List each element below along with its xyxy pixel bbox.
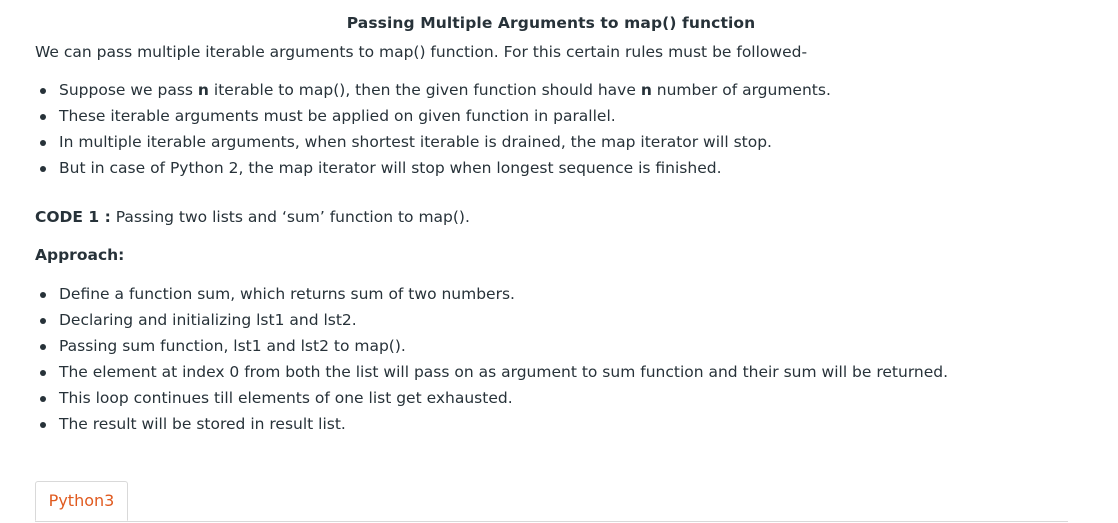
page-title: Passing Multiple Arguments to map() func… [346,14,756,32]
approach-step-text: Passing sum function, lst1 and lst2 to m… [59,337,406,355]
bullet-icon [40,344,46,350]
list-item: The result will be stored in result list… [35,411,948,437]
bullet-icon [40,140,46,146]
code-language-tabs: Python3 [35,481,1068,523]
bullet-icon [40,318,46,324]
bullet-icon [40,396,46,402]
rule-text-after: number of arguments. [651,81,831,99]
intro-paragraph: We can pass multiple iterable arguments … [35,43,808,61]
approach-step-text: Declaring and initializing lst1 and lst2… [59,311,357,329]
bullet-icon [40,166,46,172]
rule-text: In multiple iterable arguments, when sho… [59,133,772,151]
rule-text: These iterable arguments must be applied… [59,107,616,125]
rule-text: But in case of Python 2, the map iterato… [59,159,722,177]
tab-python3[interactable]: Python3 [35,481,128,521]
code1-label: CODE 1 : [35,208,111,226]
rule-bold-n: n [197,81,209,99]
approach-step-text: This loop continues till elements of one… [59,389,513,407]
list-item: In multiple iterable arguments, when sho… [35,129,831,155]
approach-step-text: Define a function sum, which returns sum… [59,285,515,303]
list-item: Declaring and initializing lst1 and lst2… [35,307,948,333]
list-item: This loop continues till elements of one… [35,385,948,411]
list-item: The element at index 0 from both the lis… [35,359,948,385]
list-item: Suppose we pass n iterable to map(), the… [35,77,831,103]
approach-heading: Approach: [35,246,125,264]
approach-step-text: The result will be stored in result list… [59,415,346,433]
code1-description: CODE 1 : Passing two lists and ‘sum’ fun… [35,208,470,226]
bullet-icon [40,422,46,428]
list-item: These iterable arguments must be applied… [35,103,831,129]
list-item: Define a function sum, which returns sum… [35,281,948,307]
approach-step-text: The element at index 0 from both the lis… [59,363,949,381]
list-item: Passing sum function, lst1 and lst2 to m… [35,333,948,359]
rule-text-middle: iterable to map(), then the given functi… [208,81,641,99]
rules-list: Suppose we pass n iterable to map(), the… [35,77,831,181]
approach-list: Define a function sum, which returns sum… [35,281,948,437]
bullet-icon [40,370,46,376]
bullet-icon [40,292,46,298]
list-item: But in case of Python 2, the map iterato… [35,155,831,181]
tab-divider [35,521,1068,522]
rule-bold-n-2: n [640,81,652,99]
bullet-icon [40,88,46,94]
bullet-icon [40,114,46,120]
code1-text: Passing two lists and ‘sum’ function to … [110,208,470,226]
rule-text-before: Suppose we pass [59,81,198,99]
